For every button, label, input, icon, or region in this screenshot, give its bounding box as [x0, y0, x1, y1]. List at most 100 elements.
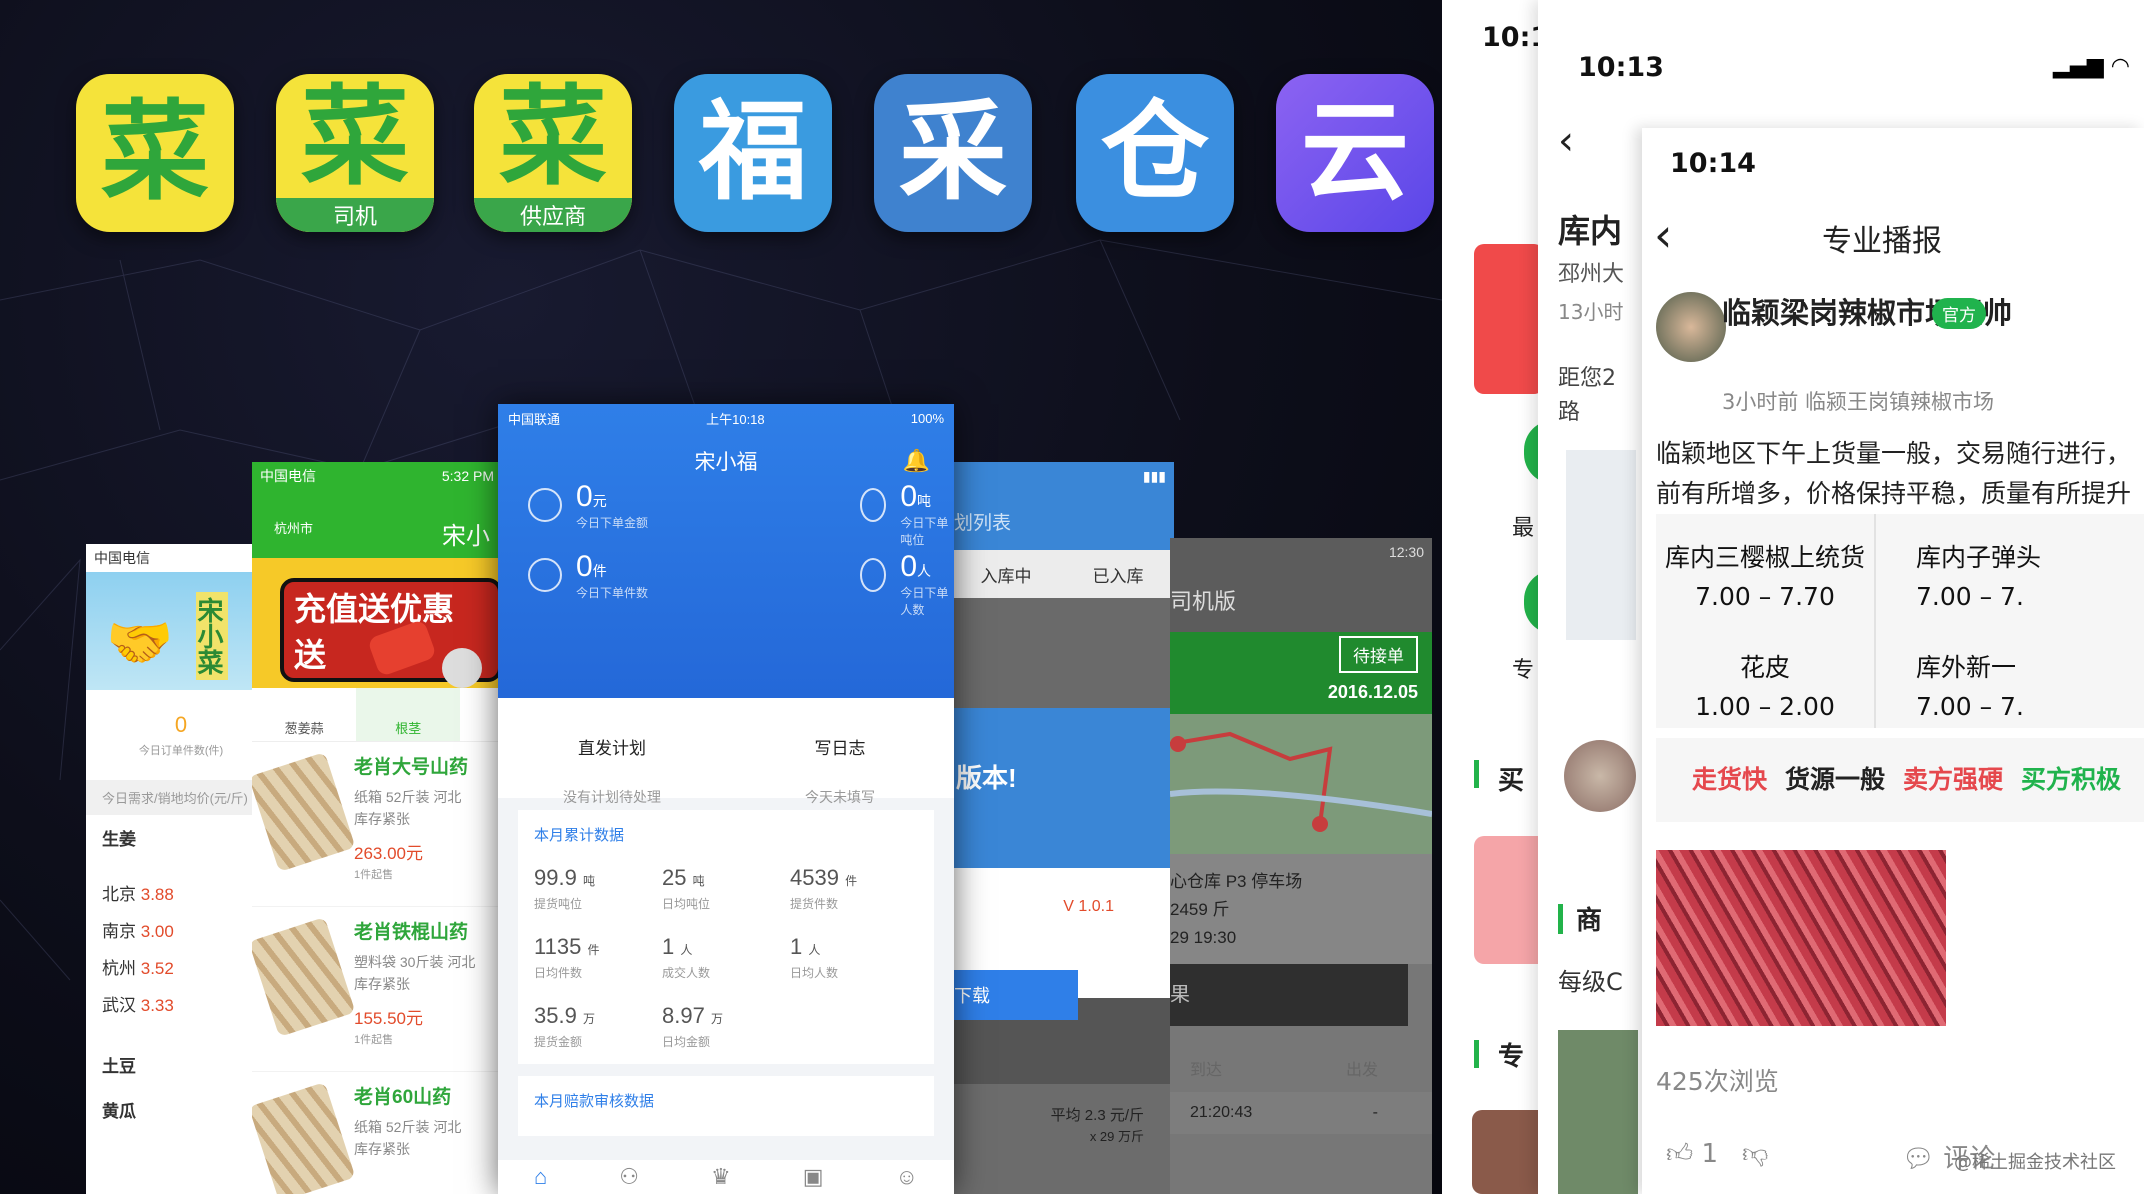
b-line-4: 路: [1558, 400, 1581, 425]
app-icon-glyph: 菜: [100, 90, 209, 215]
app-icon-6[interactable]: 仓: [1076, 74, 1234, 232]
quantity: x 29 万斤: [1089, 1129, 1144, 1144]
category-label[interactable]: 生姜: [86, 815, 276, 860]
section-grade: 每级C: [1558, 968, 1623, 996]
promo-banner[interactable]: 充值送优惠 送: [252, 558, 502, 688]
app-icon-5[interactable]: 采: [874, 74, 1032, 232]
price-cell: 花皮 1.00 – 2.00: [1695, 653, 1835, 721]
market-tag: 货源一般: [1785, 765, 1886, 794]
product-name: 老肖大号山药: [354, 757, 469, 778]
trophy-icon[interactable]: ♛: [711, 1164, 731, 1190]
red-banner[interactable]: [1474, 244, 1544, 394]
download-button[interactable]: 下载: [950, 970, 1078, 1020]
dislike-icon[interactable]: 👎︎: [1742, 1138, 1768, 1169]
order-count-label: 今日订单件数(件): [138, 745, 224, 757]
logo-text: 宋小菜: [194, 592, 228, 680]
screen-c: 10:14 ‹ 专业播报 临颖梁岗辣椒市场王帅 官方 3小时前 临颍王岗镇辣椒市…: [1642, 128, 2144, 1194]
market-photo[interactable]: [1558, 1030, 1638, 1194]
date-label: 2016.12.05: [1327, 682, 1418, 702]
price-cell: 库内三樱椒上统货 7.00 – 7.70: [1664, 543, 1865, 611]
avatar[interactable]: [1656, 292, 1726, 362]
tab-stored[interactable]: 已入库: [1062, 550, 1174, 598]
back-icon[interactable]: ‹: [1558, 118, 1574, 164]
b-line-1: 邳州大: [1558, 262, 1625, 287]
app-icon-glyph: 云: [1300, 90, 1409, 215]
stat-icon: [860, 488, 887, 522]
app-icon-4[interactable]: 福: [674, 74, 832, 232]
action-row: 直发计划 没有计划待处理 写日志 今天未填写: [498, 698, 954, 805]
price-grid: 库内三樱椒上统货 7.00 – 7.70 库内子弹头 7.00 – 7. 花皮 1.0…: [1656, 514, 2144, 728]
order-count: 0: [174, 712, 188, 737]
tab-inbound[interactable]: 入库中: [950, 550, 1062, 598]
action-button[interactable]: 果: [1170, 964, 1408, 1026]
pending-button[interactable]: 待接单: [1339, 636, 1418, 673]
price-row[interactable]: 武汉 3.33: [86, 985, 276, 1022]
label-zui: 最: [1512, 516, 1535, 541]
category-huanggua[interactable]: 黄瓜: [86, 1087, 276, 1132]
mini-map[interactable]: [1566, 450, 1636, 640]
dimmed-area: [950, 598, 1174, 708]
category-tudou[interactable]: 土豆: [86, 1042, 276, 1087]
phone-screen-shop: 中国电信5:32 PM 杭州市 宋小菜 充值送优惠 送 葱姜蒜 根茎 老肖大号山…: [252, 462, 502, 1194]
app-icon-7[interactable]: 云: [1276, 74, 1434, 232]
app-icon-1[interactable]: 菜: [76, 74, 234, 232]
section-marker-2: [1474, 1040, 1479, 1068]
tab-genjing[interactable]: 根茎: [356, 688, 461, 741]
stock-status: 库存紧张: [354, 1141, 410, 1157]
claims-card: 本月赔款审核数据: [518, 1076, 934, 1136]
product-item[interactable]: 老肖60山药 纸箱 52斤装 河北 库存紧张: [252, 1072, 502, 1194]
app-icon-glyph: 采: [898, 90, 1007, 215]
monthly-stats-card: 本月累计数据 99.9 吨提货吨位 25 吨日均吨位 4539 件提货件数 1135 …: [518, 810, 934, 1064]
location-label[interactable]: 杭州市: [274, 518, 313, 537]
tab-congjiangsuan[interactable]: 葱姜蒜: [252, 688, 356, 741]
stat-icon: [528, 558, 562, 592]
app-icon-band: 供应商: [474, 198, 632, 232]
back-icon-c[interactable]: ‹: [1654, 208, 1672, 262]
like-button[interactable]: 👍︎ 1: [1666, 1138, 1718, 1169]
briefcase-icon[interactable]: ▣: [803, 1164, 824, 1190]
route-map[interactable]: [1170, 714, 1432, 854]
view-count: 425次浏览: [1656, 1067, 1779, 1096]
price-row[interactable]: 南京 3.00: [86, 911, 276, 948]
price-header: 今日需求/销地均价(元/斤): [86, 780, 276, 815]
section-marker-b: [1558, 904, 1563, 934]
update-body: V 1.0.1 下载: [950, 868, 1174, 1020]
section-zhuan: 专: [1498, 1042, 1525, 1072]
write-log-button[interactable]: 写日志 今天未填写: [726, 698, 954, 805]
app-icon-glyph: 仓: [1100, 90, 1209, 215]
label-zhuan: 专: [1512, 658, 1535, 683]
price-row[interactable]: 杭州 3.52: [86, 948, 276, 985]
app-icon-2[interactable]: 菜司机: [276, 74, 434, 232]
product-name: 老肖60山药: [354, 1087, 452, 1108]
product-name: 老肖铁棍山药: [354, 922, 469, 943]
stat-tile[interactable]: 0元 今日下单金额: [528, 480, 648, 531]
phone-screen-warehouse: ▮▮▮ 划列表 入库中 已入库 版本! V 1.0.1 下载 平均 2.3 元/…: [950, 462, 1174, 1194]
stat-tile[interactable]: 0件 今日下单件数: [528, 550, 648, 601]
avg-price: 平均 2.3 元/斤: [1050, 1107, 1144, 1124]
page-title: 宋小福: [694, 451, 758, 474]
update-title: 版本!: [956, 763, 1017, 793]
product-item[interactable]: 老肖铁棍山药 塑料袋 30斤装 河北 库存紧张 155.50元 1件起售: [252, 907, 502, 1072]
home-icon[interactable]: ⌂: [534, 1164, 547, 1190]
bottom-nav: ⌂ ⚇ ♛ ▣ ☺: [498, 1160, 954, 1194]
profile-icon[interactable]: ☺: [895, 1164, 917, 1190]
price-row[interactable]: 北京 3.88: [86, 874, 276, 911]
app-icon-3[interactable]: 菜供应商: [474, 74, 632, 232]
screen-b-title: 库内: [1558, 212, 1623, 250]
stat-tile[interactable]: 0人 今日下单人数: [860, 550, 954, 618]
product-avatar[interactable]: [1564, 740, 1636, 812]
b-line-2: 13小时: [1558, 300, 1624, 324]
status-time-c: 10:14: [1670, 148, 1756, 179]
status-bar: 中国联通 上午10:18 100%: [508, 410, 944, 427]
chili-photo[interactable]: [1656, 850, 1946, 1026]
product-desc: 纸箱 52斤装 河北: [354, 789, 462, 805]
bell-icon[interactable]: 🔔: [903, 448, 930, 474]
stat-tile[interactable]: 0吨 今日下单吨位: [860, 480, 954, 548]
status-bar: 中国电信: [86, 544, 276, 572]
screen-a: 10:1 最 专 买 专: [1442, 0, 1554, 1194]
tabs: 入库中 已入库: [950, 550, 1174, 598]
users-icon[interactable]: ⚇: [619, 1164, 639, 1190]
page-title: 划列表: [950, 490, 1174, 550]
product-item[interactable]: 老肖大号山药 纸箱 52斤装 河北 库存紧张 263.00元 1件起售: [252, 742, 502, 907]
direct-plan-button[interactable]: 直发计划 没有计划待处理: [498, 698, 726, 805]
